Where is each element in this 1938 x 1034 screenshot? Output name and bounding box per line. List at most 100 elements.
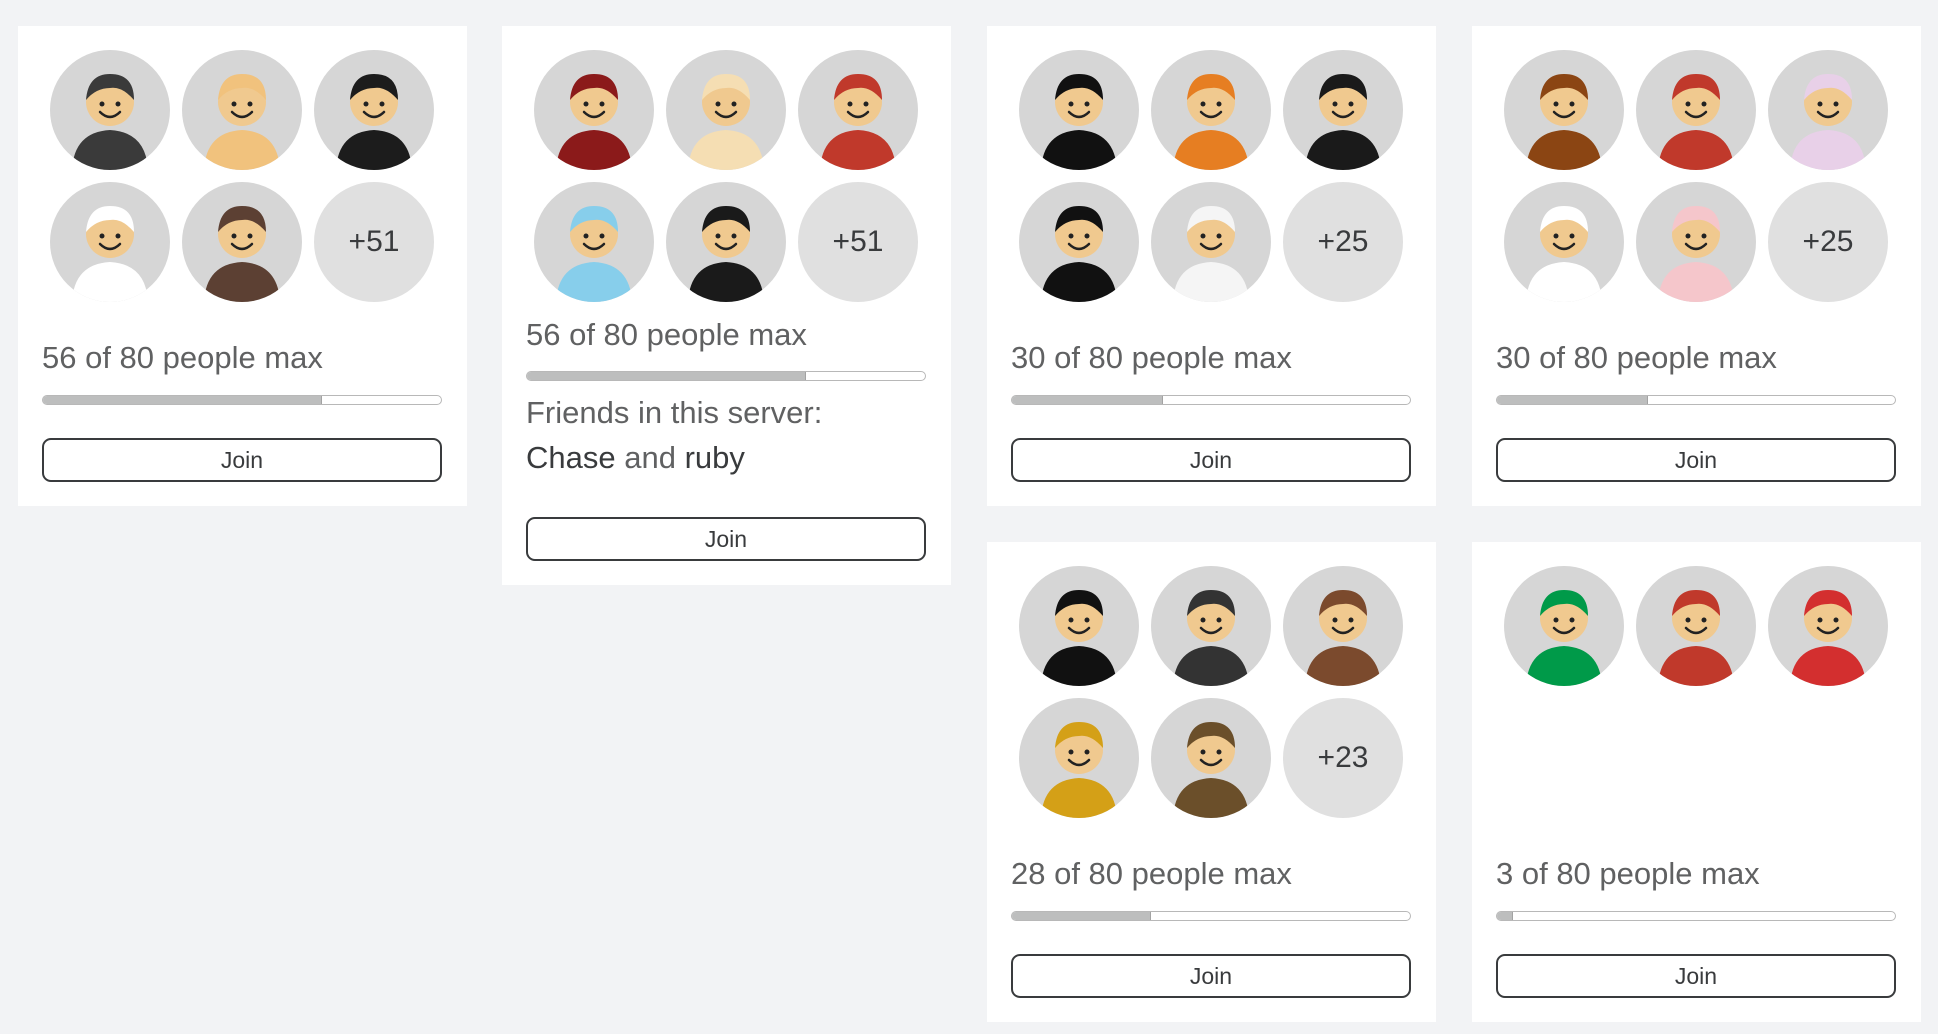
friends-in-server: Friends in this server: Chase and ruby (526, 390, 822, 480)
player-avatar[interactable] (1151, 50, 1271, 170)
friend-name[interactable]: Chase (526, 440, 616, 475)
avatar-figure-icon (1790, 74, 1866, 170)
player-avatar[interactable] (1019, 566, 1139, 686)
player-avatar[interactable] (1151, 566, 1271, 686)
player-avatar[interactable] (50, 50, 170, 170)
avatar-figure-icon (1305, 74, 1381, 170)
more-players-badge: +23 (1283, 698, 1403, 818)
player-avatar[interactable] (534, 50, 654, 170)
player-avatars: +51 (534, 50, 934, 310)
player-avatar[interactable] (1283, 566, 1403, 686)
player-avatar[interactable] (798, 50, 918, 170)
join-button[interactable]: Join (42, 438, 442, 482)
avatar-figure-icon (1658, 590, 1734, 686)
avatar-figure-icon (1041, 206, 1117, 302)
avatar-figure-icon (1526, 590, 1602, 686)
server-card: 3 of 80 people max Join (1472, 542, 1921, 1022)
player-avatar[interactable] (182, 50, 302, 170)
player-count: 30 of 80 people max (1011, 340, 1292, 375)
server-card: +51 56 of 80 people max Join (18, 26, 467, 506)
player-avatar[interactable] (1504, 182, 1624, 302)
avatar-figure-icon (204, 74, 280, 170)
friends-names: Chase and ruby (526, 435, 822, 480)
capacity-bar (42, 395, 442, 405)
more-players-badge: +51 (798, 182, 918, 302)
capacity-bar-fill (1012, 912, 1152, 920)
player-avatars: +51 (50, 50, 450, 310)
player-avatar[interactable] (1151, 698, 1271, 818)
join-button[interactable]: Join (1496, 438, 1896, 482)
capacity-bar-fill (527, 372, 806, 380)
avatar-figure-icon (1041, 74, 1117, 170)
more-players-badge: +25 (1768, 182, 1888, 302)
avatar-figure-icon (820, 74, 896, 170)
avatar-figure-icon (1173, 722, 1249, 818)
player-count: 56 of 80 people max (526, 317, 807, 352)
player-avatar[interactable] (534, 182, 654, 302)
player-count: 3 of 80 people max (1496, 856, 1760, 891)
player-avatar[interactable] (1151, 182, 1271, 302)
avatar-figure-icon (688, 74, 764, 170)
player-count: 56 of 80 people max (42, 340, 323, 375)
avatar-figure-icon (1658, 74, 1734, 170)
join-button[interactable]: Join (1011, 438, 1411, 482)
capacity-bar (1011, 395, 1411, 405)
avatar-figure-icon (336, 74, 412, 170)
player-avatar[interactable] (1019, 182, 1139, 302)
capacity-bar-fill (1497, 396, 1649, 404)
avatar-figure-icon (1658, 206, 1734, 302)
player-avatar[interactable] (1768, 50, 1888, 170)
avatar-figure-icon (688, 206, 764, 302)
avatar-figure-icon (1041, 722, 1117, 818)
avatar-figure-icon (1305, 590, 1381, 686)
player-avatars: +25 (1019, 50, 1419, 310)
avatar-figure-icon (1173, 206, 1249, 302)
player-avatar[interactable] (1504, 566, 1624, 686)
friend-name[interactable]: ruby (685, 440, 745, 475)
capacity-bar (526, 371, 926, 381)
player-avatar[interactable] (1636, 566, 1756, 686)
avatar-figure-icon (1173, 590, 1249, 686)
player-avatar[interactable] (182, 182, 302, 302)
friends-conjunction: and (624, 440, 676, 475)
player-avatar[interactable] (1019, 50, 1139, 170)
player-avatar[interactable] (1636, 50, 1756, 170)
avatar-figure-icon (556, 206, 632, 302)
player-avatar[interactable] (1636, 182, 1756, 302)
join-button[interactable]: Join (1011, 954, 1411, 998)
player-avatars: +25 (1504, 50, 1904, 310)
capacity-bar-fill (1012, 396, 1164, 404)
join-button[interactable]: Join (526, 517, 926, 561)
player-avatar[interactable] (1283, 50, 1403, 170)
avatar-figure-icon (204, 206, 280, 302)
player-avatar[interactable] (666, 50, 786, 170)
more-players-badge: +51 (314, 182, 434, 302)
player-avatar[interactable] (1019, 698, 1139, 818)
avatar-figure-icon (1526, 74, 1602, 170)
player-avatar[interactable] (50, 182, 170, 302)
capacity-bar (1496, 911, 1896, 921)
capacity-bar-fill (1497, 912, 1513, 920)
player-avatar[interactable] (314, 50, 434, 170)
player-avatar[interactable] (1768, 566, 1888, 686)
server-card: +23 28 of 80 people max Join (987, 542, 1436, 1022)
avatar-figure-icon (1041, 590, 1117, 686)
player-avatar[interactable] (1504, 50, 1624, 170)
join-button[interactable]: Join (1496, 954, 1896, 998)
player-count: 30 of 80 people max (1496, 340, 1777, 375)
avatar-figure-icon (1526, 206, 1602, 302)
server-card: +25 30 of 80 people max Join (1472, 26, 1921, 506)
server-list: +51 56 of 80 people max Join +51 56 of 8… (0, 0, 1938, 1034)
avatar-figure-icon (1790, 590, 1866, 686)
capacity-bar (1011, 911, 1411, 921)
player-avatar[interactable] (666, 182, 786, 302)
player-avatars (1504, 566, 1904, 826)
avatar-figure-icon (72, 74, 148, 170)
more-players-badge: +25 (1283, 182, 1403, 302)
player-count: 28 of 80 people max (1011, 856, 1292, 891)
capacity-bar (1496, 395, 1896, 405)
server-card: +25 30 of 80 people max Join (987, 26, 1436, 506)
server-card: +51 56 of 80 people max Friends in this … (502, 26, 951, 585)
capacity-bar-fill (43, 396, 322, 404)
player-avatars: +23 (1019, 566, 1419, 826)
